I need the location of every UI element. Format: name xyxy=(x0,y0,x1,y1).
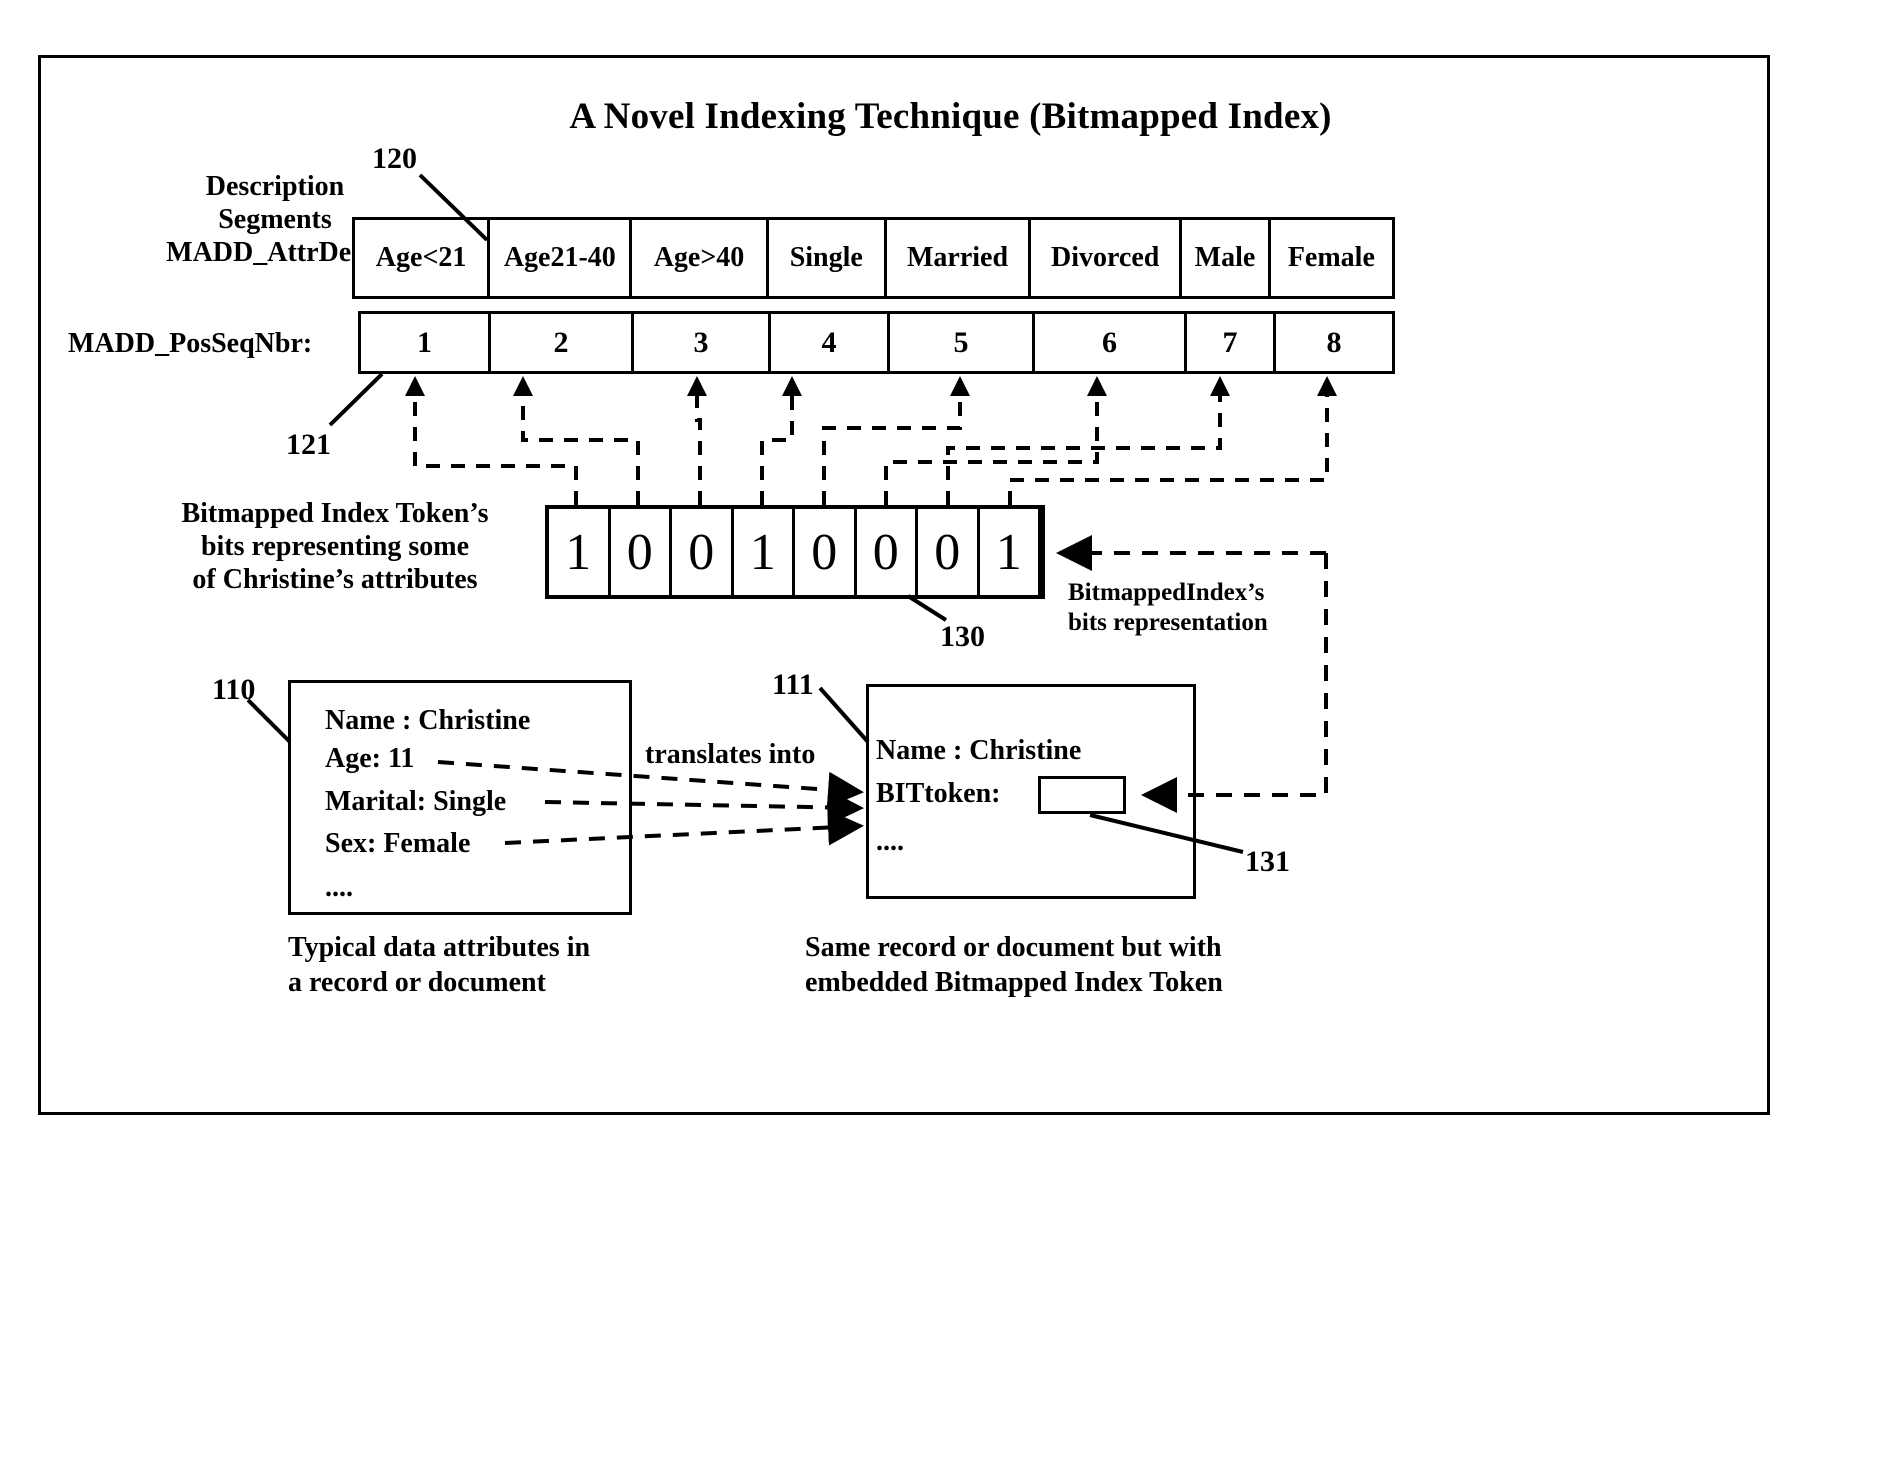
patent-figure-page: A Novel Indexing Technique (Bitmapped In… xyxy=(0,0,1901,1471)
translates-into-label: translates into xyxy=(645,739,816,770)
record-left-line: Name : Christine xyxy=(325,705,531,736)
pos-seq-cell: 8 xyxy=(1326,325,1342,359)
attr-desc-cell: Single xyxy=(769,220,887,296)
pos-seq-cell: 3 xyxy=(634,314,771,371)
caption-record-with-token: Same record or document but with embedde… xyxy=(805,932,1223,998)
pos-seq-cell: 2 xyxy=(491,314,634,371)
ref-numeral-130: 130 xyxy=(940,620,985,653)
bittoken-value-box xyxy=(1038,776,1126,814)
pos-seq-cell: 4 xyxy=(771,314,890,371)
record-left-line: Sex: Female xyxy=(325,828,471,859)
attr-desc-cell: Age<21 xyxy=(355,220,491,296)
attr-desc-cell: Divorced xyxy=(1031,220,1183,296)
attr-desc-cell: Married xyxy=(887,220,1032,296)
pos-seq-nbr-row: 1 2 3 4 5 6 7 8 xyxy=(358,311,1395,374)
record-left-line: Age: 11 xyxy=(325,743,415,774)
pos-seq-nbr-label: MADD_PosSeqNbr: xyxy=(68,328,313,359)
ref-numeral-120: 120 xyxy=(372,142,417,175)
ref-numeral-121: 121 xyxy=(286,428,331,461)
attr-desc-cell: Age21-40 xyxy=(490,220,633,296)
bit-cell: 1 xyxy=(980,509,1041,595)
record-left-line: .... xyxy=(325,872,353,903)
page-title: A Novel Indexing Technique (Bitmapped In… xyxy=(569,96,1332,137)
pos-seq-cell: 6 xyxy=(1035,314,1187,371)
attr-desc-cell: Female xyxy=(1287,242,1375,273)
attr-desc-row: Age<21 Age21-40 Age>40 Single Married Di… xyxy=(352,217,1395,299)
ref-numeral-110: 110 xyxy=(212,673,256,706)
bit-cell: 0 xyxy=(857,509,918,595)
bitmapped-token-caption: Bitmapped Index Token’s bits representin… xyxy=(181,498,489,596)
bit-cell: 0 xyxy=(611,509,672,595)
pos-seq-cell: 1 xyxy=(361,314,491,371)
attr-desc-cell: Male xyxy=(1182,220,1271,296)
bitmapped-index-bits-rep-label: BitmappedIndex’s bits representation xyxy=(1068,579,1268,636)
pos-seq-cell: 5 xyxy=(890,314,1035,371)
ref-numeral-131: 131 xyxy=(1245,845,1290,878)
bit-cell: 0 xyxy=(918,509,980,595)
record-right-line: Name : Christine xyxy=(876,735,1082,766)
caption-typical-record: Typical data attributes in a record or d… xyxy=(288,932,591,998)
record-right-line: .... xyxy=(876,826,904,857)
bit-token-row: 1 0 0 1 0 0 0 1 xyxy=(545,505,1045,599)
record-right-line: BITtoken: xyxy=(876,778,1001,809)
bit-cell: 0 xyxy=(795,509,857,595)
bit-cell: 0 xyxy=(672,509,734,595)
ref-numeral-111: 111 xyxy=(772,668,814,701)
record-left-line: Marital: Single xyxy=(325,786,507,817)
attr-desc-cell: Age>40 xyxy=(632,220,769,296)
pos-seq-cell: 7 xyxy=(1187,314,1276,371)
bit-cell: 1 xyxy=(549,509,611,595)
bit-cell: 1 xyxy=(734,509,795,595)
